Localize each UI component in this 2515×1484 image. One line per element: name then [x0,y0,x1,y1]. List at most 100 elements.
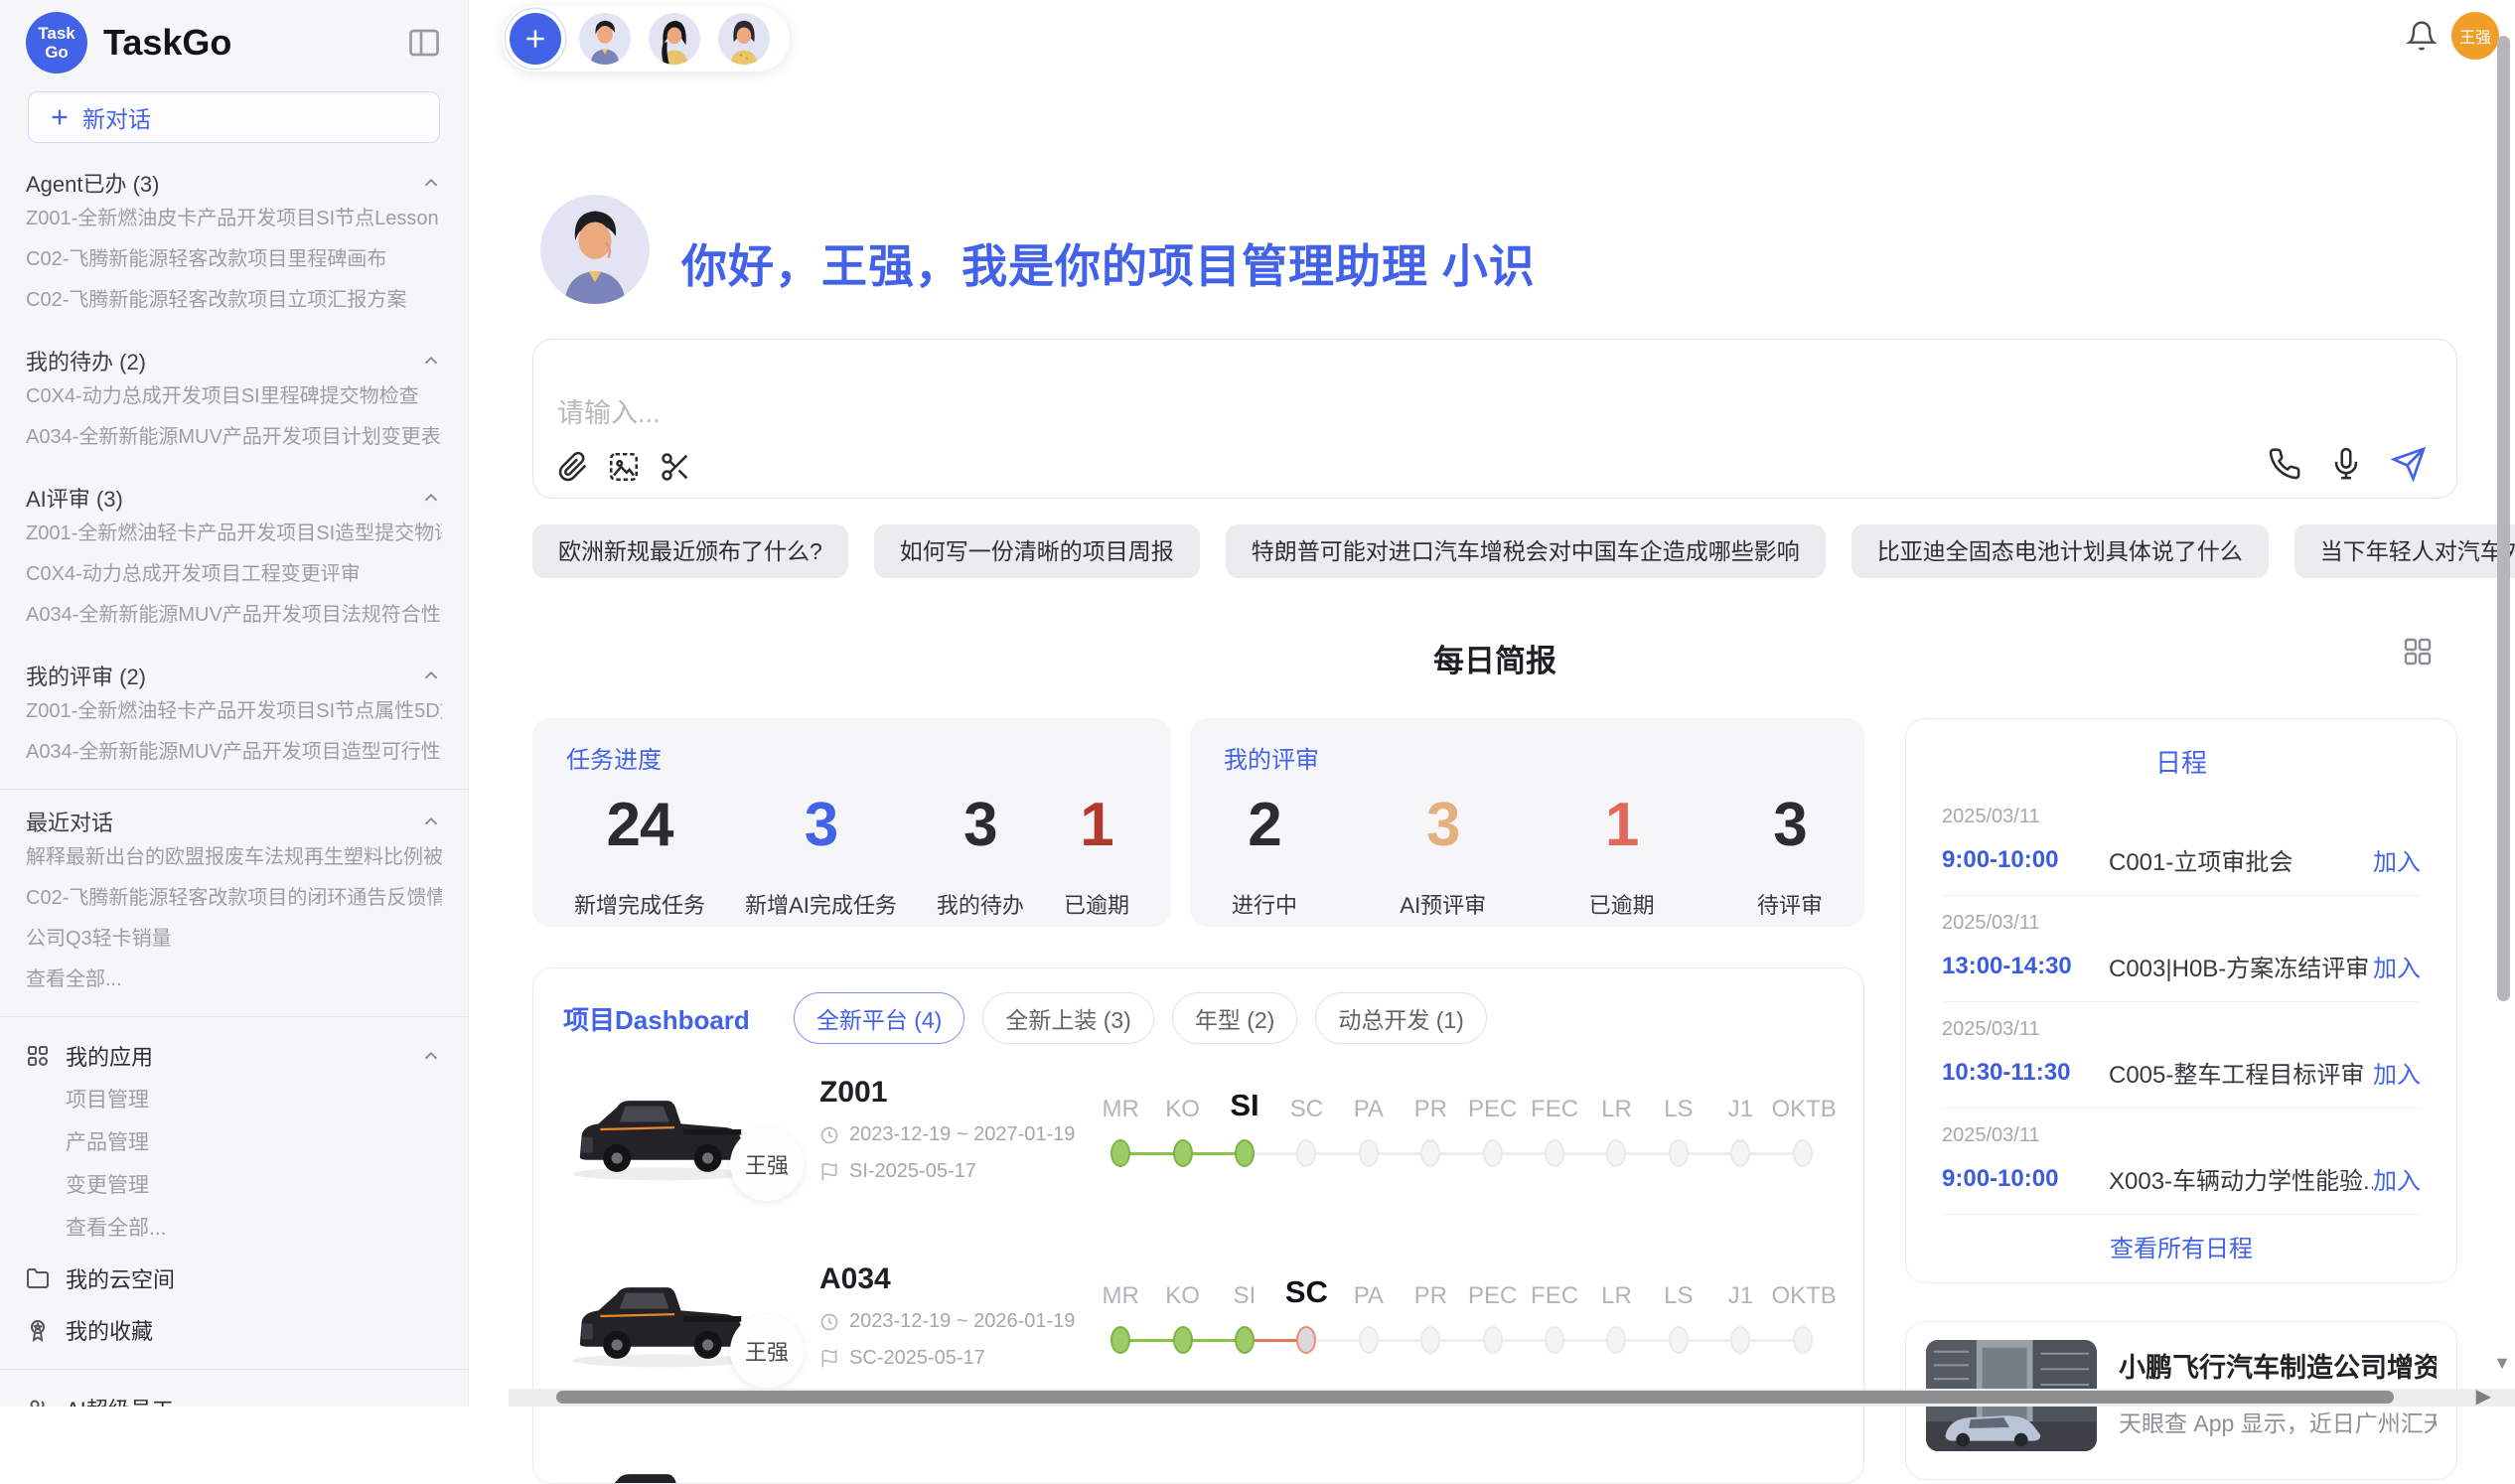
sidebar: Task Go TaskGo 新对话 Agent已办 (3) Z001-全新燃油… [0,0,469,1407]
card-title: 任务进度 [566,740,1137,775]
attachment-icon[interactable] [555,450,589,484]
section-my-review[interactable]: 我的评审 (2) [26,660,442,691]
view-all-schedule-link[interactable]: 查看所有日程 [1942,1229,2421,1263]
app-item-project-mgmt[interactable]: 项目管理 [66,1079,442,1121]
notifications-bell-icon[interactable] [2406,20,2438,52]
layout-grid-icon[interactable] [2402,636,2434,668]
chevron-up-icon [420,487,442,509]
microphone-icon[interactable] [2329,447,2363,481]
section-title: Agent已办 (3) [26,167,160,199]
recent-view-all-link[interactable]: 查看全部... [26,960,442,1000]
suggestion-chip[interactable]: 比亚迪全固态电池计划具体说了什么 [1851,524,2269,578]
recent-chat-item[interactable]: 解释最新出台的欧盟报废车法规再生塑料比例被调至15%... [26,837,442,878]
vehicle-image [563,1074,758,1185]
project-row[interactable]: 王强 Z001 2023-12-19 ~ 2027-01-19 SI-2025-… [563,1074,1834,1231]
suggestion-chip[interactable]: 欧洲新规最近颁布了什么? [532,524,848,578]
suggestion-chip[interactable]: 如何写一份清晰的项目周报 [874,524,1200,578]
send-icon[interactable] [2391,446,2427,482]
sidebar-item-cloud-space[interactable]: 我的云空间 [26,1256,442,1301]
suggestion-chips: 欧洲新规最近颁布了什么? 如何写一份清晰的项目周报 特朗普可能对进口汽车增税会对… [532,524,2457,578]
list-item[interactable]: Z001-全新燃油轻卡产品开发项目SI节点属性5D文件评审 [26,691,442,732]
list-item[interactable]: Z001-全新燃油皮卡产品开发项目SI节点Lesson Learn报告 [26,199,442,239]
vertical-scrollbar-thumb[interactable] [2497,36,2510,1001]
milestone-label: OKTB [1771,1282,1836,1309]
milestone-label: J1 [1728,1096,1753,1122]
recent-chat-item[interactable]: 公司Q3轻卡销量 [26,919,442,960]
sidebar-collapse-icon[interactable] [406,25,442,61]
milestone-dot [1235,1139,1255,1167]
list-item[interactable]: C02-飞腾新能源轻客改款项目里程碑画布 [26,239,442,280]
suggestion-chip[interactable]: 当下年轻人对汽车外观有怎样的喜好趋势 [2294,524,2515,578]
plus-icon [49,106,71,128]
scroll-right-arrow[interactable]: ▶ [2476,1384,2491,1409]
project-milestone-date: SC-2025-05-17 [849,1347,985,1370]
image-icon[interactable] [607,450,641,484]
tab-all-new-platform[interactable]: 全新平台 (4) [794,992,965,1044]
phone-call-icon[interactable] [2268,447,2301,481]
sidebar-item-favorites[interactable]: 我的收藏 [26,1307,442,1353]
sidebar-item-ai-super-staff[interactable]: AI超级员工 [26,1386,442,1407]
sidebar-item-my-apps[interactable]: 我的应用 [26,1033,442,1079]
milestone-label: LR [1601,1282,1632,1309]
section-title: 我的待办 (2) [26,345,146,376]
list-item[interactable]: A034-全新新能源MUV产品开发项目造型可行性评审 [26,732,442,773]
card-title: 我的评审 [1224,740,1831,775]
list-item[interactable]: A034-全新新能源MUV产品开发项目计划变更表编写 [26,417,442,458]
tab-all-new-body[interactable]: 全新上装 (3) [982,992,1154,1044]
app-item-change-mgmt[interactable]: 变更管理 [66,1164,442,1207]
section-recent-chats[interactable]: 最近对话 [26,806,442,837]
milestone-dot [1420,1139,1440,1167]
add-conversation-button[interactable] [510,13,561,65]
join-link[interactable]: 加入 [2373,949,2421,983]
user-avatar[interactable]: 王强 [2451,12,2499,60]
conversation-switcher [502,6,790,72]
list-item[interactable]: A034-全新新能源MUV产品开发项目法规符合性评审 [26,595,442,636]
event-name: X003-车辆动力学性能验... [2109,1161,2373,1196]
milestone-dot [1483,1139,1503,1167]
project-code: Z001 [819,1076,1090,1110]
join-link[interactable]: 加入 [2373,1161,2421,1196]
list-item[interactable]: Z001-全新燃油轻卡产品开发项目SI造型提交物评审 [26,514,442,554]
avatar[interactable] [718,13,770,65]
milestone-dot [1669,1326,1689,1354]
event-time: 13:00-14:30 [1942,953,2109,980]
milestone-label: PEC [1468,1096,1517,1122]
milestone-dot [1296,1326,1316,1354]
scissors-icon[interactable] [659,450,692,484]
news-snippet: 天眼查 App 显示，近日广州汇天飞行汽... [2119,1405,2437,1438]
suggestion-chip[interactable]: 特朗普可能对进口汽车增税会对中国车企造成哪些影响 [1226,524,1826,578]
folder-icon [26,1266,50,1290]
join-link[interactable]: 加入 [2373,842,2421,877]
list-item[interactable]: C0X4-动力总成开发项目工程变更评审 [26,554,442,595]
new-chat-button[interactable]: 新对话 [28,91,440,143]
chevron-up-icon [420,665,442,686]
list-item[interactable]: C02-飞腾新能源轻客改款项目立项汇报方案 [26,280,442,321]
tab-model-year[interactable]: 年型 (2) [1172,992,1298,1044]
milestone-label: OKTB [1771,1096,1836,1122]
join-link[interactable]: 加入 [2373,1055,2421,1090]
stat-label: AI预评审 [1400,888,1486,920]
daily-briefing-title: 每日简报 [532,636,2457,680]
event-time: 10:30-11:30 [1942,1059,2109,1087]
avatar[interactable] [579,13,631,65]
stat-label: 新增AI完成任务 [745,888,897,920]
scroll-down-arrow[interactable]: ▼ [2493,1353,2511,1374]
milestone-dot [1110,1326,1130,1354]
section-agent-done[interactable]: Agent已办 (3) [26,167,442,199]
news-title: 小鹏飞行汽车制造公司增资 [2119,1346,2437,1385]
divider [0,1016,468,1017]
message-input[interactable] [557,391,2047,461]
tab-powertrain-dev[interactable]: 动总开发 (1) [1315,992,1487,1044]
section-my-todo[interactable]: 我的待办 (2) [26,345,442,376]
apps-view-all-link[interactable]: 查看全部... [66,1207,442,1250]
avatar[interactable] [649,13,700,65]
recent-chat-item[interactable]: C02-飞腾新能源轻客改款项目的闭环通告反馈情况 [26,878,442,919]
chevron-up-icon [420,1045,442,1067]
app-item-product-mgmt[interactable]: 产品管理 [66,1121,442,1164]
horizontal-scrollbar-track[interactable]: ▶ [509,1389,2515,1407]
stat-label: 新增完成任务 [574,888,705,920]
horizontal-scrollbar-thumb[interactable] [556,1391,2394,1404]
section-ai-review[interactable]: AI评审 (3) [26,482,442,514]
list-item[interactable]: C0X4-动力总成开发项目SI里程碑提交物检查 [26,376,442,417]
milestone-label: KO [1165,1096,1200,1122]
